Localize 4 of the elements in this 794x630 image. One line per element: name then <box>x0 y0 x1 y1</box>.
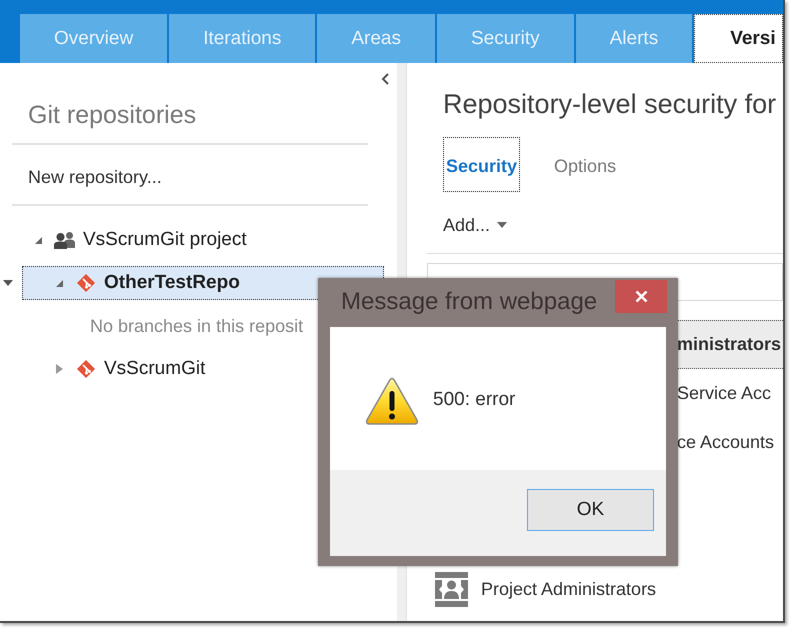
page-title: Repository-level security for <box>443 88 776 120</box>
panel-title: Git repositories <box>28 100 196 130</box>
dialog-message: 500: error <box>433 389 516 411</box>
empty-branches-message: No branches in this reposit <box>90 316 304 336</box>
